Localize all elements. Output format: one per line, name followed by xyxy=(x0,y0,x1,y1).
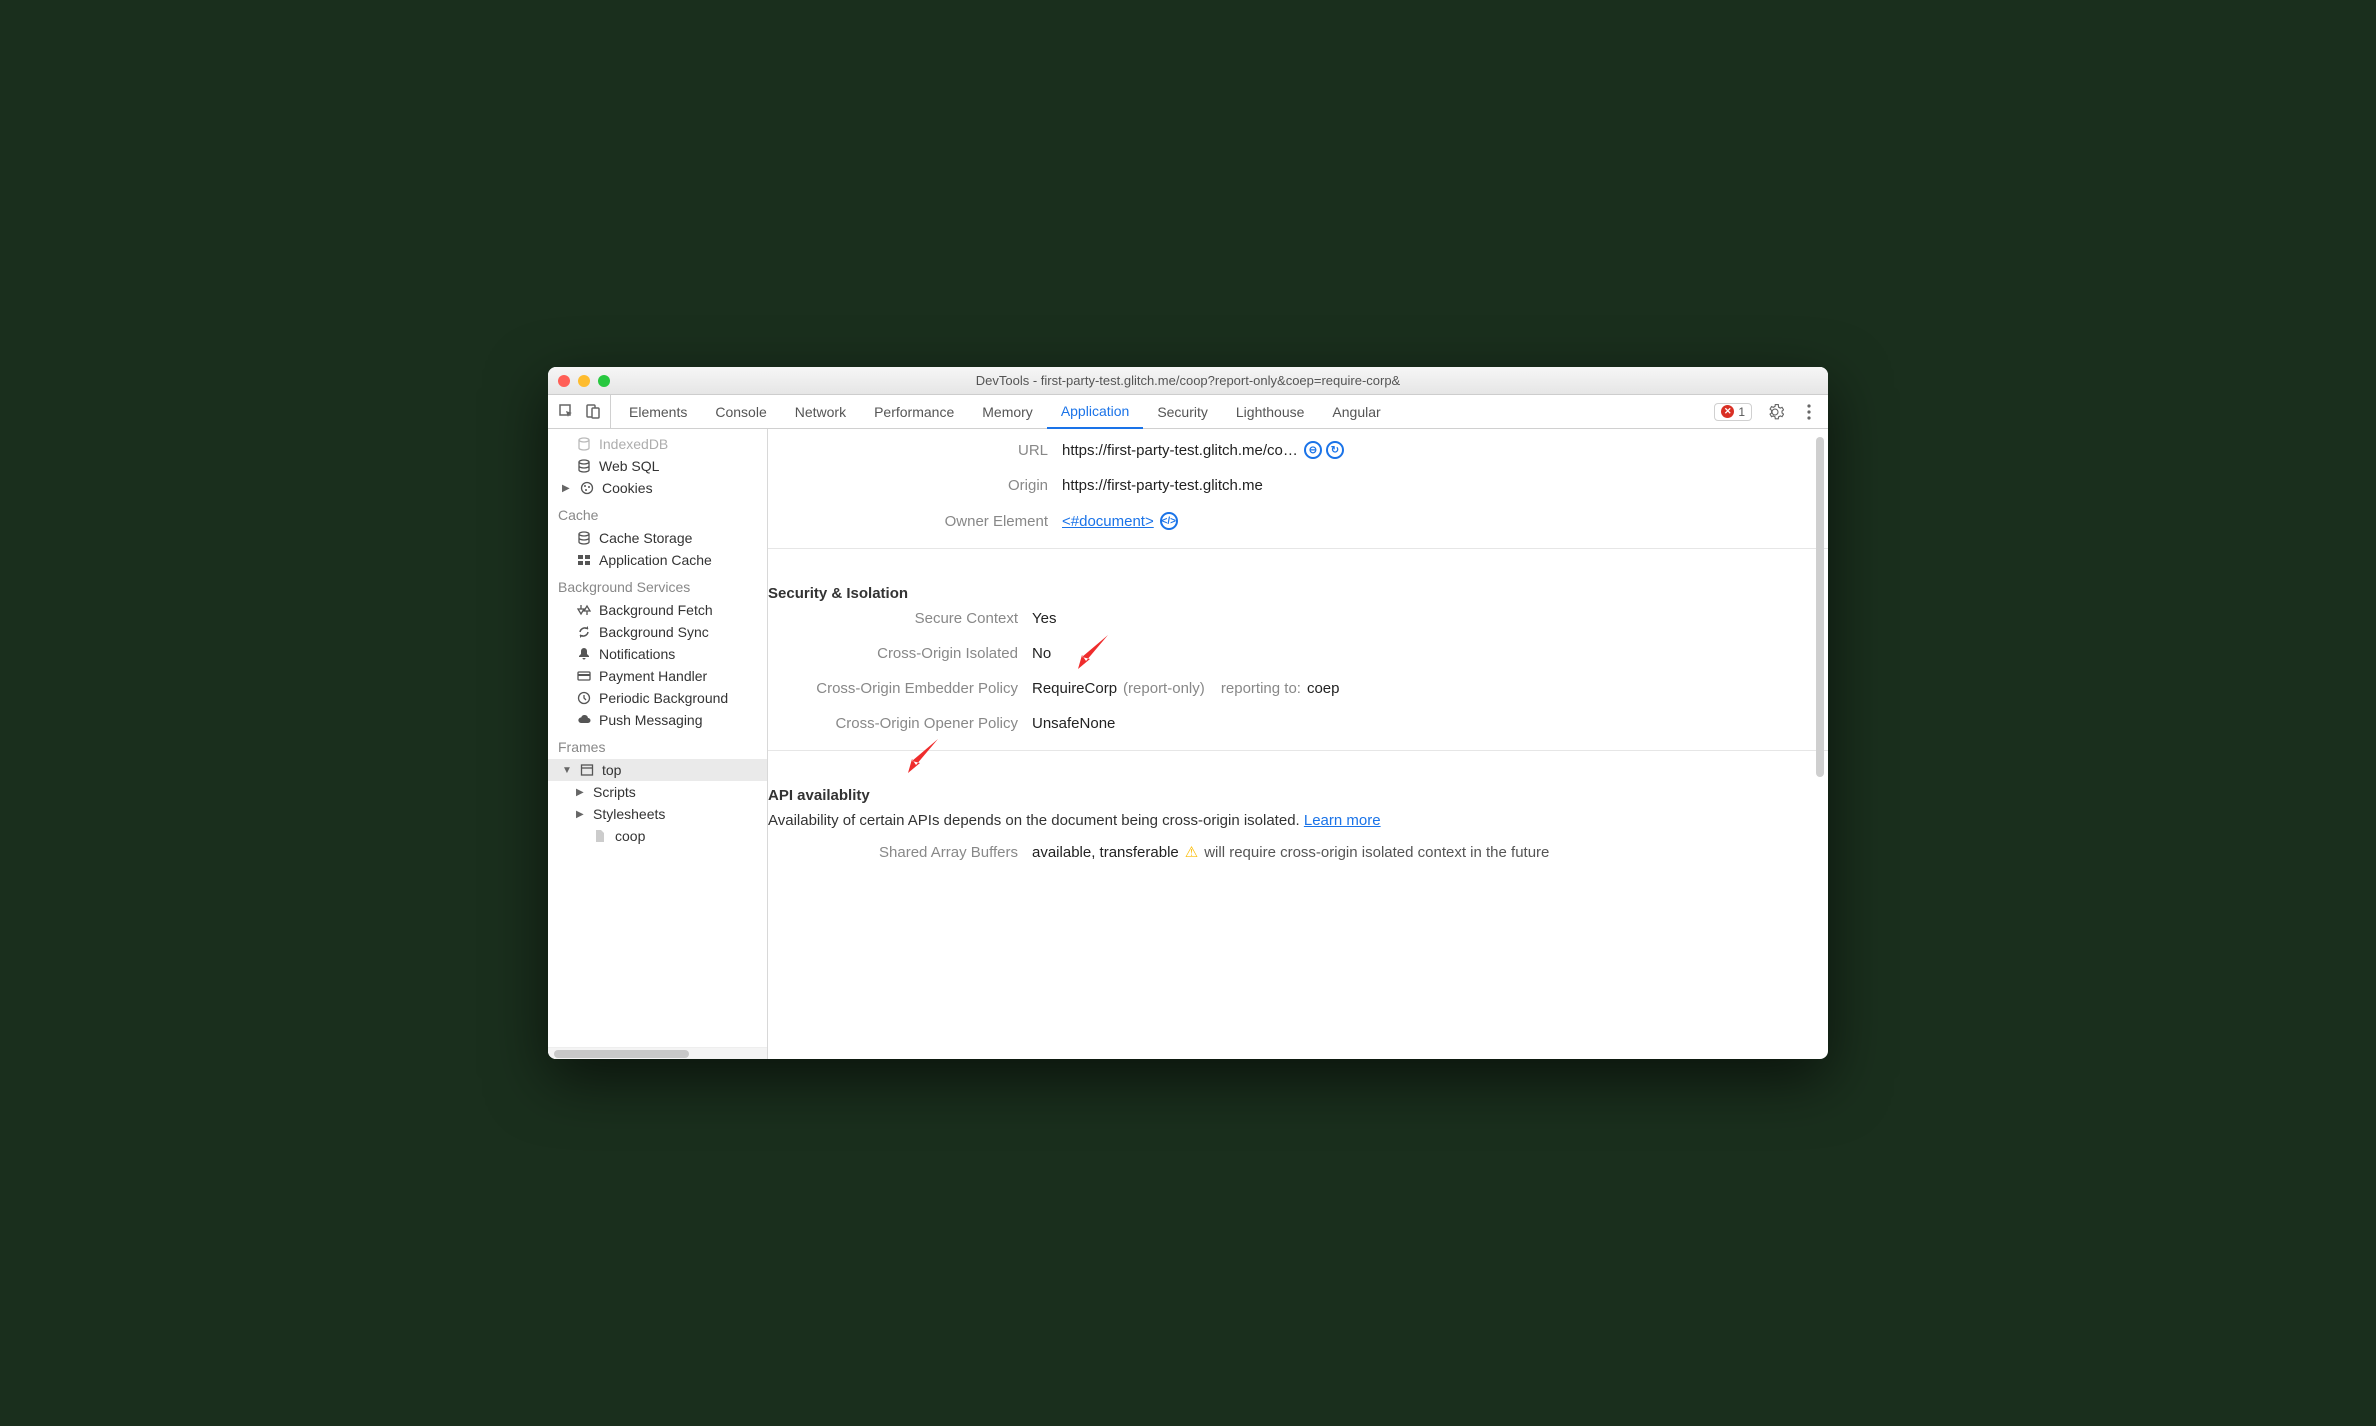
settings-icon[interactable] xyxy=(1764,401,1786,423)
sab-warning-text: will require cross-origin isolated conte… xyxy=(1204,844,1549,861)
sidebar-item-bg-sync[interactable]: Background Sync xyxy=(548,621,767,643)
content-scrollbar[interactable] xyxy=(1816,433,1826,1055)
open-icon[interactable]: ↻ xyxy=(1326,441,1344,459)
api-learn-more-link[interactable]: Learn more xyxy=(1304,812,1381,829)
tab-performance[interactable]: Performance xyxy=(860,395,968,428)
sidebar-item-notifications[interactable]: Notifications xyxy=(548,643,767,665)
url-label: URL xyxy=(798,442,1048,459)
frame-icon xyxy=(579,762,595,778)
coep-label: Cross-Origin Embedder Policy xyxy=(768,680,1018,697)
coep-mode: (report-only) xyxy=(1123,680,1205,697)
api-section-header: API availablity xyxy=(768,787,1828,804)
sab-value: available, transferable xyxy=(1032,844,1179,861)
more-icon[interactable] xyxy=(1798,401,1820,423)
database-icon xyxy=(576,458,592,474)
error-count: 1 xyxy=(1738,405,1745,419)
grid-icon xyxy=(576,552,592,568)
error-icon: ✕ xyxy=(1721,405,1734,418)
tab-application[interactable]: Application xyxy=(1047,395,1144,429)
sidebar-header-cache: Cache xyxy=(548,499,767,527)
origin-label: Origin xyxy=(798,477,1048,494)
annotation-arrow-icon xyxy=(898,733,944,779)
tab-security[interactable]: Security xyxy=(1143,395,1222,428)
sidebar-item-bg-fetch[interactable]: Background Fetch xyxy=(548,599,767,621)
window-title: DevTools - first-party-test.glitch.me/co… xyxy=(548,373,1828,388)
collapse-icon: ▼ xyxy=(562,765,572,776)
clock-icon xyxy=(576,690,592,706)
panel-body: IndexedDB Web SQL ▶ Cookies Cache Cache … xyxy=(548,429,1828,1059)
cloud-icon xyxy=(576,712,592,728)
coep-reporting-value: coep xyxy=(1307,680,1340,697)
sidebar-item-cookies[interactable]: ▶ Cookies xyxy=(548,477,767,499)
sidebar-item-frame-leaf[interactable]: coop xyxy=(548,825,767,847)
sidebar-item-websql[interactable]: Web SQL xyxy=(548,455,767,477)
tab-console[interactable]: Console xyxy=(701,395,780,428)
sidebar-item-periodic-bg[interactable]: Periodic Background xyxy=(548,687,767,709)
sidebar-item-stylesheets[interactable]: ▶ Stylesheets xyxy=(548,803,767,825)
tab-elements[interactable]: Elements xyxy=(615,395,701,428)
coi-value: No xyxy=(1032,645,1051,662)
sidebar-item-payment[interactable]: Payment Handler xyxy=(548,665,767,687)
owner-label: Owner Element xyxy=(798,513,1048,530)
tab-lighthouse[interactable]: Lighthouse xyxy=(1222,395,1319,428)
code-icon[interactable]: </> xyxy=(1160,512,1178,530)
sidebar-scrollbar[interactable] xyxy=(548,1047,767,1059)
sab-label: Shared Array Buffers xyxy=(768,844,1018,861)
frame-detail-panel: URL https://first-party-test.glitch.me/c… xyxy=(768,429,1828,1059)
card-icon xyxy=(576,668,592,684)
inspect-icon[interactable] xyxy=(556,401,578,423)
expand-icon: ▶ xyxy=(576,787,586,798)
tab-angular[interactable]: Angular xyxy=(1318,395,1394,428)
titlebar: DevTools - first-party-test.glitch.me/co… xyxy=(548,367,1828,395)
devtools-window: DevTools - first-party-test.glitch.me/co… xyxy=(548,367,1828,1059)
security-section-header: Security & Isolation xyxy=(768,585,1828,602)
coep-reporting-label: reporting to: xyxy=(1221,680,1301,697)
coop-value: UnsafeNone xyxy=(1032,715,1115,732)
annotation-arrow-icon xyxy=(1068,629,1114,675)
api-description: Availability of certain APIs depends on … xyxy=(768,812,1304,829)
devtools-tabbar: ElementsConsoleNetworkPerformanceMemoryA… xyxy=(548,395,1828,429)
database-icon xyxy=(576,530,592,546)
device-toggle-icon[interactable] xyxy=(582,401,604,423)
url-value: https://first-party-test.glitch.me/co… xyxy=(1062,442,1298,459)
sidebar-header-frames: Frames xyxy=(548,731,767,759)
secure-context-value: Yes xyxy=(1032,610,1056,627)
sidebar-item-indexeddb[interactable]: IndexedDB xyxy=(548,433,767,455)
application-sidebar: IndexedDB Web SQL ▶ Cookies Cache Cache … xyxy=(548,429,768,1059)
secure-context-label: Secure Context xyxy=(768,610,1018,627)
bell-icon xyxy=(576,646,592,662)
warning-icon: ⚠ xyxy=(1185,843,1198,861)
origin-value: https://first-party-test.glitch.me xyxy=(1062,477,1263,494)
sync-icon xyxy=(576,624,592,640)
error-count-badge[interactable]: ✕ 1 xyxy=(1714,403,1752,421)
tab-memory[interactable]: Memory xyxy=(968,395,1047,428)
sidebar-item-app-cache[interactable]: Application Cache xyxy=(548,549,767,571)
fetch-icon xyxy=(576,602,592,618)
reveal-icon[interactable]: ⊖ xyxy=(1304,441,1322,459)
coi-label: Cross-Origin Isolated xyxy=(768,645,1018,662)
sidebar-item-scripts[interactable]: ▶ Scripts xyxy=(548,781,767,803)
coop-label: Cross-Origin Opener Policy xyxy=(768,715,1018,732)
owner-link[interactable]: <#document> xyxy=(1062,513,1154,530)
cookie-icon xyxy=(579,480,595,496)
database-icon xyxy=(576,436,592,452)
coep-value: RequireCorp xyxy=(1032,680,1117,697)
document-icon xyxy=(592,828,608,844)
expand-icon: ▶ xyxy=(562,483,572,494)
expand-icon: ▶ xyxy=(576,809,586,820)
sidebar-item-cache-storage[interactable]: Cache Storage xyxy=(548,527,767,549)
tab-network[interactable]: Network xyxy=(781,395,860,428)
sidebar-header-bg: Background Services xyxy=(548,571,767,599)
sidebar-item-push[interactable]: Push Messaging xyxy=(548,709,767,731)
sidebar-item-frame-top[interactable]: ▼ top xyxy=(548,759,767,781)
